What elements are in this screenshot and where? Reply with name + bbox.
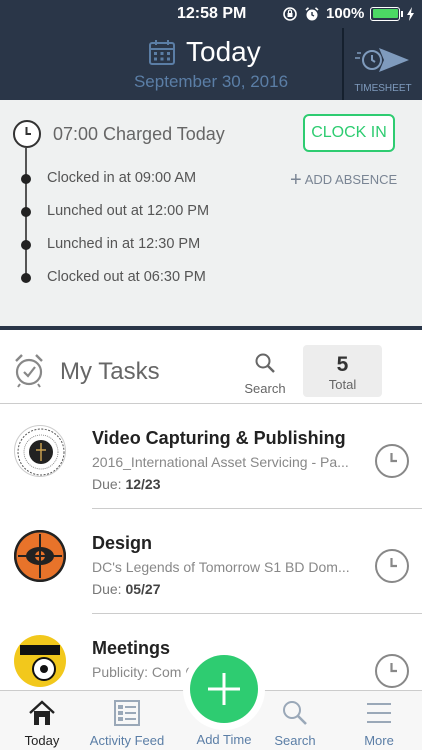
- add-absence-button[interactable]: + ADD ABSENCE: [290, 168, 398, 191]
- task-search-button[interactable]: Search: [240, 352, 290, 396]
- clock-in-button[interactable]: CLOCK IN: [303, 114, 395, 152]
- add-absence-label: ADD ABSENCE: [304, 172, 398, 187]
- nav-today-label: Today: [24, 733, 60, 748]
- nav-activity-label: Activity Feed: [89, 733, 165, 748]
- plus-icon: [208, 673, 240, 705]
- add-time-label: Add Time: [196, 732, 252, 747]
- task-avatar: [14, 530, 66, 582]
- rotation-lock-icon: [283, 6, 297, 21]
- timesheet-button[interactable]: TIMESHEET: [344, 28, 422, 100]
- home-icon: [29, 700, 55, 725]
- charged-today-text: 07:00 Charged Today: [53, 124, 225, 144]
- task-row[interactable]: Video Capturing & Publishing 2016_Intern…: [0, 404, 422, 509]
- charging-icon: [407, 6, 415, 21]
- header: Today September 30, 2016 TIMESHEET: [0, 28, 422, 100]
- clock-icon: [13, 120, 41, 148]
- timesheet-label: TIMESHEET: [354, 83, 412, 94]
- task-name: Design: [92, 533, 153, 553]
- task-avatar: [14, 635, 66, 687]
- search-icon: [283, 701, 307, 725]
- task-row[interactable]: Design DC's Legends of Tomorrow S1 BD Do…: [0, 509, 422, 614]
- page-title: Today: [186, 36, 261, 67]
- menu-icon: [367, 703, 391, 723]
- task-name: Video Capturing & Publishing: [92, 428, 346, 448]
- alarm-clock-icon: [15, 354, 43, 388]
- add-time-button[interactable]: [190, 655, 258, 723]
- tasks-header: My Tasks Search 5 Total: [0, 334, 422, 404]
- timeline-event: Clocked out at 06:30 PM: [47, 269, 206, 285]
- calendar-icon: [149, 40, 175, 65]
- activity-feed-icon: [114, 700, 140, 726]
- task-clock-icon[interactable]: [375, 654, 409, 688]
- search-icon: [255, 353, 275, 373]
- my-tasks-title: My Tasks: [60, 358, 160, 385]
- task-clock-icon[interactable]: [375, 549, 409, 583]
- header-title-group: Today: [148, 36, 261, 68]
- nav-activity-feed[interactable]: Activity Feed: [84, 691, 170, 750]
- nav-search[interactable]: Search: [264, 691, 326, 750]
- timeline-event: Clocked in at 09:00 AM: [47, 170, 197, 186]
- timeline-event: Lunched in at 12:30 PM: [47, 236, 201, 252]
- timeline-dot: [21, 207, 31, 217]
- timeline-dot: [21, 273, 31, 283]
- timeline-event: Lunched out at 12:00 PM: [47, 203, 210, 219]
- status-bar: 12:58 PM 100%: [0, 0, 422, 28]
- total-label: Total: [328, 377, 357, 392]
- search-label: Search: [244, 381, 286, 396]
- task-avatar: [14, 425, 66, 477]
- nav-today[interactable]: Today: [10, 691, 74, 750]
- task-project: DC's Legends of Tomorrow S1 BD Dom...: [92, 559, 350, 575]
- plus-icon: +: [290, 168, 302, 191]
- alarm-status-icon: [305, 6, 319, 20]
- nav-more[interactable]: More: [348, 691, 410, 750]
- nav-more-label: More: [364, 733, 394, 748]
- task-clock-icon[interactable]: [375, 444, 409, 478]
- timeline-dot: [21, 240, 31, 250]
- total-count: 5: [336, 353, 349, 376]
- nav-search-label: Search: [274, 733, 316, 748]
- status-time: 12:58 PM: [177, 5, 247, 22]
- battery-icon: [370, 6, 404, 21]
- task-due: Due: 12/23: [92, 476, 161, 492]
- battery-percent: 100%: [326, 5, 365, 22]
- task-project: 2016_International Asset Servicing - Pa.…: [92, 454, 349, 470]
- task-due: Due: 05/27: [92, 581, 161, 597]
- clock-panel: 07:00 Charged Today CLOCK IN Clocked in …: [0, 100, 422, 330]
- timesheet-send-icon: [355, 48, 409, 72]
- task-name: Meetings: [92, 638, 171, 658]
- total-count-box: 5 Total: [303, 345, 382, 397]
- status-icons: 100%: [282, 5, 415, 22]
- timeline-dot: [21, 174, 31, 184]
